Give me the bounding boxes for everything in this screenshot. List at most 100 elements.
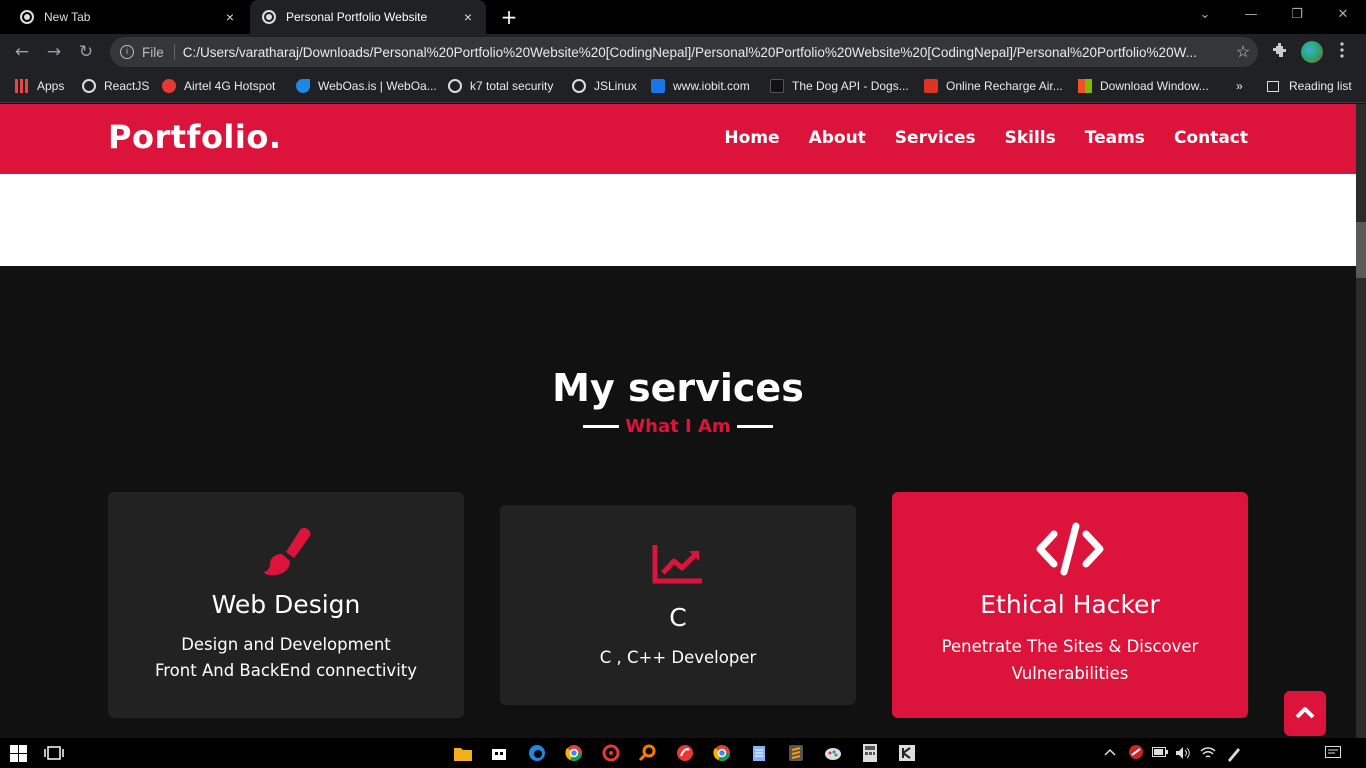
- chevron-up-icon: [1295, 704, 1315, 723]
- app-k-icon[interactable]: [897, 743, 917, 763]
- bookmark-k7[interactable]: k7 total security: [448, 77, 553, 95]
- airtel-icon: [924, 79, 938, 93]
- scroll-to-top-button[interactable]: [1284, 691, 1326, 736]
- tab-new-tab[interactable]: New Tab ×: [8, 0, 248, 34]
- restore-button[interactable]: ❐: [1274, 0, 1320, 34]
- menu-home[interactable]: Home: [724, 128, 779, 148]
- bookmark-reactjs[interactable]: ReactJS: [82, 77, 149, 95]
- url-text[interactable]: C:/Users/varatharaj/Downloads/Personal%2…: [183, 45, 1228, 60]
- reading-list-button[interactable]: Reading list: [1267, 77, 1352, 95]
- store-icon[interactable]: [489, 743, 509, 763]
- bookmark-online-recharge[interactable]: Online Recharge Air...: [924, 77, 1063, 95]
- dog-icon: [770, 79, 784, 93]
- pen-icon[interactable]: [1226, 746, 1242, 765]
- service-card-ethical-hacker[interactable]: Ethical Hacker Penetrate The Sites & Dis…: [892, 492, 1248, 718]
- reading-list-icon: [1267, 80, 1279, 92]
- search-app-icon[interactable]: [638, 743, 658, 763]
- scrollbar-thumb[interactable]: [1356, 222, 1366, 278]
- page-scrollbar[interactable]: [1356, 104, 1366, 738]
- profile-avatar[interactable]: [1301, 41, 1323, 63]
- tab-portfolio[interactable]: Personal Portfolio Website ×: [250, 0, 486, 34]
- address-bar[interactable]: i File C:/Users/varatharaj/Downloads/Per…: [110, 37, 1258, 67]
- chrome-taskbar-icon[interactable]: [564, 743, 584, 763]
- bookmark-label: Apps: [37, 79, 65, 93]
- browser-tab-strip: New Tab × Personal Portfolio Website × +…: [0, 0, 1366, 34]
- card-desc-line: Penetrate The Sites & Discover: [941, 637, 1199, 656]
- edge-icon[interactable]: [527, 743, 547, 763]
- bookmark-label: Download Window...: [1100, 79, 1209, 93]
- task-view-icon[interactable]: [44, 743, 64, 763]
- service-card-web-design[interactable]: Web Design Design and Development Front …: [108, 492, 464, 718]
- menu-skills[interactable]: Skills: [1005, 128, 1056, 148]
- windows-icon: [1078, 79, 1092, 93]
- extensions-icon[interactable]: [1270, 42, 1290, 62]
- subtitle-line-left: [583, 425, 620, 428]
- bookmark-label: ReactJS: [104, 79, 150, 93]
- close-window-button[interactable]: ✕: [1320, 0, 1366, 34]
- calculator-icon[interactable]: [860, 743, 880, 763]
- globe-icon: [572, 79, 586, 93]
- windows-start-icon[interactable]: [8, 743, 28, 763]
- bookmark-label: Airtel 4G Hotspot: [184, 79, 276, 93]
- menu-contact[interactable]: Contact: [1174, 128, 1248, 148]
- site-menu: Home About Services Skills Teams Contact: [724, 128, 1248, 148]
- site-navbar: Portfolio. Home About Services Skills Te…: [0, 104, 1356, 174]
- reload-button[interactable]: ↻: [74, 40, 98, 64]
- bookmark-label: WebOas.is | WebOa...: [318, 79, 437, 93]
- bookmark-weboasis[interactable]: WebOas.is | WebOa...: [296, 77, 437, 95]
- battery-icon[interactable]: [1152, 746, 1168, 760]
- service-card-c[interactable]: C C , C++ Developer: [500, 505, 856, 705]
- weboasis-icon: [296, 79, 310, 93]
- tab-search-button[interactable]: ⌄: [1182, 0, 1228, 34]
- services-subtitle: What I Am: [0, 416, 1356, 437]
- globe-icon: [448, 79, 462, 93]
- card-title: C: [669, 603, 687, 632]
- browser-toolbar: ← → ↻ i File C:/Users/varatharaj/Downloa…: [0, 34, 1366, 70]
- back-button[interactable]: ←: [10, 40, 34, 64]
- bookmark-iobit[interactable]: www.iobit.com: [651, 77, 750, 95]
- tab-close-button[interactable]: ×: [458, 9, 478, 25]
- bookmark-label: The Dog API - Dogs...: [792, 79, 909, 93]
- tray-chevron-up-icon[interactable]: [1104, 746, 1116, 760]
- paint-icon[interactable]: [823, 743, 843, 763]
- volume-icon[interactable]: [1175, 746, 1191, 763]
- page-viewport: Portfolio. Home About Services Skills Te…: [0, 104, 1366, 738]
- tab-close-button[interactable]: ×: [220, 9, 240, 25]
- subtitle-text: What I Am: [625, 416, 731, 437]
- about-section-bottom: [0, 174, 1356, 266]
- site-logo[interactable]: Portfolio.: [108, 118, 282, 156]
- forward-button[interactable]: →: [42, 40, 66, 64]
- app-gear-icon[interactable]: [601, 743, 621, 763]
- globe-icon: [262, 10, 276, 24]
- new-tab-button[interactable]: +: [498, 6, 520, 28]
- bookmark-airtel-hotspot[interactable]: Airtel 4G Hotspot: [162, 77, 275, 95]
- notepad-icon[interactable]: [749, 743, 769, 763]
- bookmark-apps[interactable]: Apps: [15, 77, 64, 95]
- card-desc-line: Front And BackEnd connectivity: [154, 661, 418, 680]
- sublime-text-icon[interactable]: [786, 743, 806, 763]
- iobit-icon: [651, 79, 665, 93]
- bookmark-label: www.iobit.com: [673, 79, 750, 93]
- notifications-icon[interactable]: [1325, 746, 1341, 763]
- menu-kebab-icon[interactable]: [1332, 42, 1352, 62]
- card-desc-line: C , C++ Developer: [599, 648, 757, 667]
- bookmark-download-windows[interactable]: Download Window...: [1078, 77, 1209, 95]
- bookmark-star-icon[interactable]: ☆: [1228, 42, 1258, 62]
- antivirus-tray-icon[interactable]: [1128, 744, 1144, 763]
- menu-about[interactable]: About: [809, 128, 866, 148]
- divider: [173, 44, 175, 60]
- airtel-app-icon[interactable]: [675, 743, 695, 763]
- info-icon[interactable]: i: [120, 45, 134, 59]
- menu-teams[interactable]: Teams: [1085, 128, 1145, 148]
- card-desc-line: Vulnerabilities: [1011, 664, 1129, 683]
- file-explorer-icon[interactable]: [453, 743, 473, 763]
- subtitle-line-right: [736, 425, 773, 428]
- reading-list-label: Reading list: [1289, 79, 1352, 93]
- menu-services[interactable]: Services: [895, 128, 976, 148]
- bookmarks-overflow-button[interactable]: »: [1236, 77, 1243, 95]
- bookmark-jslinux[interactable]: JSLinux: [572, 77, 637, 95]
- minimize-button[interactable]: —: [1228, 0, 1274, 34]
- wifi-icon[interactable]: [1200, 746, 1216, 763]
- chrome-taskbar-icon-active[interactable]: [712, 743, 732, 763]
- bookmark-dog-api[interactable]: The Dog API - Dogs...: [770, 77, 909, 95]
